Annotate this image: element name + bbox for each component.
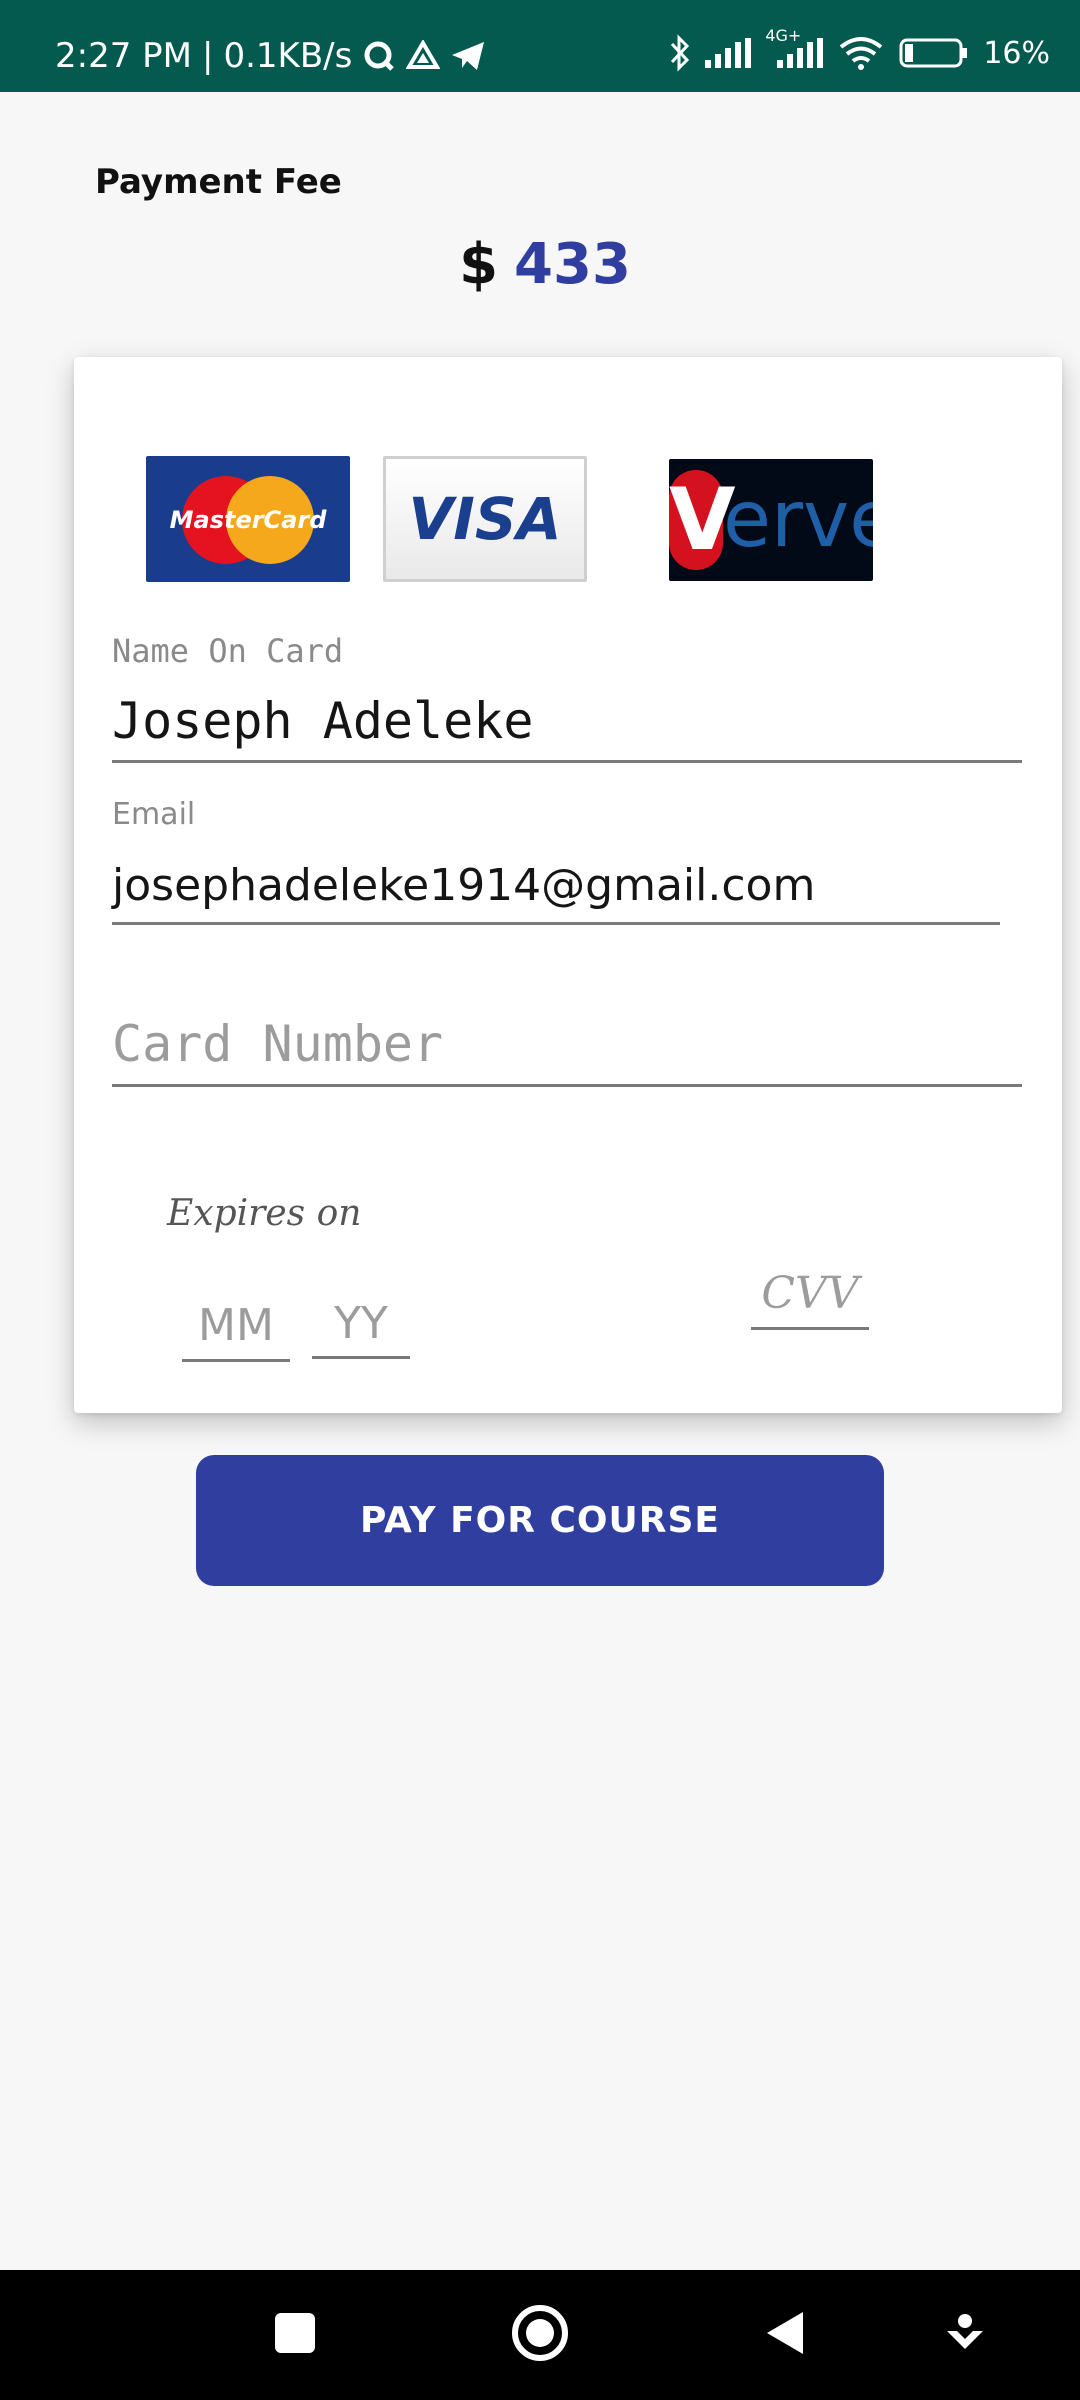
signal-4g-icon: 4G+ bbox=[765, 26, 824, 68]
verve-logo-rest: erve bbox=[723, 475, 873, 565]
card-number-underline bbox=[112, 1084, 1022, 1087]
recents-button[interactable] bbox=[255, 2270, 335, 2400]
email-underline bbox=[112, 922, 1000, 925]
back-button[interactable] bbox=[745, 2270, 825, 2400]
payment-fee-label: Payment Fee bbox=[95, 162, 342, 202]
name-on-card-input[interactable]: Joseph Adeleke bbox=[112, 692, 533, 750]
name-on-card-underline bbox=[112, 760, 1022, 763]
status-bar: 2:27 PM | 0.1KB/s 4G+ 16% bbox=[0, 0, 1080, 92]
cvv-input[interactable]: CVV bbox=[751, 1268, 869, 1319]
payment-amount: $433 bbox=[0, 232, 1080, 297]
status-right: 4G+ 16% bbox=[669, 26, 1050, 72]
email-label: Email bbox=[112, 797, 196, 832]
verve-logo: Verve bbox=[669, 459, 873, 581]
status-net-speed: 0.1KB/s bbox=[223, 36, 353, 76]
wifi-icon bbox=[837, 35, 885, 71]
amount-value: 433 bbox=[514, 232, 631, 297]
telegram-icon bbox=[450, 40, 486, 72]
expires-on-label: Expires on bbox=[167, 1193, 362, 1234]
expiry-year-underline bbox=[312, 1356, 410, 1359]
navigation-bar bbox=[0, 2270, 1080, 2400]
email-input[interactable]: josephadeleke1914@gmail.com bbox=[112, 860, 815, 911]
network-label: 4G+ bbox=[765, 26, 802, 45]
battery-icon bbox=[899, 37, 969, 69]
pay-for-course-button[interactable]: PAY FOR COURSE bbox=[196, 1455, 884, 1586]
assist-button[interactable] bbox=[925, 2270, 1005, 2400]
expiry-month-input[interactable]: MM bbox=[182, 1300, 290, 1351]
card-number-input[interactable]: Card Number bbox=[112, 1015, 443, 1073]
visa-logo-text: VISA bbox=[408, 485, 562, 553]
bluetooth-icon bbox=[669, 34, 691, 72]
expiry-year-input[interactable]: YY bbox=[312, 1298, 410, 1349]
q-app-icon bbox=[362, 39, 396, 73]
expiry-month-underline bbox=[182, 1359, 290, 1362]
mastercard-logo: MasterCard bbox=[146, 456, 350, 582]
cvv-underline bbox=[751, 1327, 869, 1330]
assist-icon bbox=[945, 2311, 985, 2359]
mastercard-logo-text: MasterCard bbox=[170, 506, 328, 534]
recents-icon bbox=[274, 2312, 316, 2358]
drive-icon bbox=[406, 40, 441, 72]
back-icon bbox=[763, 2310, 807, 2360]
home-button[interactable] bbox=[500, 2270, 580, 2400]
home-icon bbox=[510, 2303, 570, 2367]
status-left: 2:27 PM | 0.1KB/s bbox=[55, 36, 486, 76]
status-separator: | bbox=[202, 36, 214, 76]
battery-level: 16% bbox=[983, 35, 1050, 71]
signal-icon bbox=[705, 38, 752, 68]
visa-logo: VISA bbox=[383, 456, 587, 582]
currency-symbol: $ bbox=[459, 232, 499, 297]
verve-logo-initial: V bbox=[669, 470, 736, 570]
status-time: 2:27 PM bbox=[55, 36, 192, 76]
name-on-card-label: Name On Card bbox=[112, 632, 344, 670]
